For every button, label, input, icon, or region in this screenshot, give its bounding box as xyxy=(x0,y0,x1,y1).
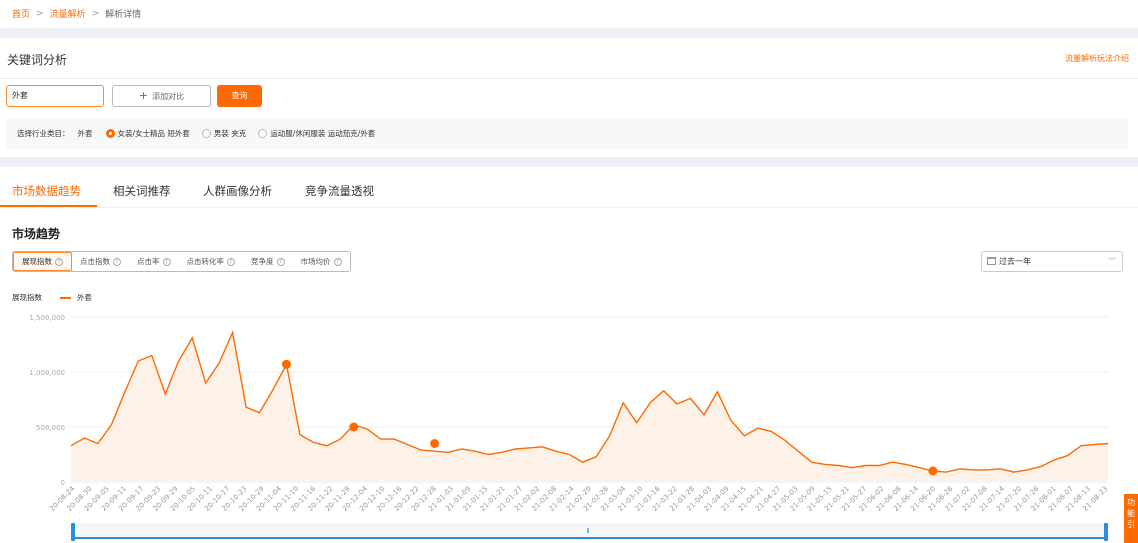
data-marker[interactable] xyxy=(349,422,359,432)
help-icon[interactable]: ? xyxy=(276,257,285,266)
guide-link[interactable]: 流量解析玩法介绍 xyxy=(1065,53,1129,64)
metric-label: 点击指数 xyxy=(80,257,110,266)
data-marker[interactable] xyxy=(928,466,938,476)
breadcrumb-separator: > xyxy=(91,8,100,19)
help-icon[interactable]: ? xyxy=(55,257,63,266)
metric-label: 展现指数 xyxy=(22,257,52,266)
category-option-label: 运动服/休闲服装 运动茄克/外套 xyxy=(270,129,376,138)
metric-label: 点击率 xyxy=(137,257,160,266)
zoom-handle-right[interactable] xyxy=(1104,523,1108,541)
keyword-analysis-title: 关键词分析 xyxy=(7,53,68,67)
category-option-men[interactable]: 男装 夹克 xyxy=(201,128,247,139)
calendar-icon xyxy=(987,257,996,265)
data-marker[interactable] xyxy=(430,439,440,448)
active-tab-indicator xyxy=(0,205,97,207)
add-compare-button[interactable]: + 添加对比 xyxy=(112,85,211,107)
category-label: 选择行业类目： xyxy=(17,129,70,138)
help-icon[interactable]: ? xyxy=(162,257,171,266)
tab-bar: 市场数据趋势 相关词推荐 人群画像分析 竞争流量透视 xyxy=(0,169,1138,208)
radio-icon xyxy=(201,129,211,138)
breadcrumb-traffic[interactable]: 流量解析 xyxy=(50,7,86,20)
metric-label: 竞争度 xyxy=(251,257,274,266)
category-option-women[interactable]: 女装/女士精品 短外套 xyxy=(105,128,190,139)
metric-click-rate[interactable]: 点击率? xyxy=(129,252,179,271)
chevron-down-icon: ﹀ xyxy=(1108,257,1116,266)
category-option-sport[interactable]: 运动服/休闲服装 运动茄克/外套 xyxy=(258,128,375,139)
trend-chart[interactable]: 1,500,000 1,000,000 500,000 0 20-08-2420-08… xyxy=(0,300,1124,543)
breadcrumb-current: 解析详情 xyxy=(105,10,142,20)
breadcrumb-separator: > xyxy=(36,8,44,19)
zoom-slider-track xyxy=(72,524,1107,540)
tab-market-trend[interactable]: 市场数据趋势 xyxy=(12,183,81,199)
card-divider xyxy=(0,78,1138,79)
help-icon[interactable]: ? xyxy=(113,257,121,266)
y-tick-label: 1,500,000 xyxy=(29,314,65,322)
zoom-slider[interactable] xyxy=(71,523,1108,541)
section-divider-band xyxy=(0,28,1138,38)
help-icon[interactable]: ? xyxy=(333,257,342,266)
y-tick-label: 0 xyxy=(61,479,65,487)
y-tick-label: 500,000 xyxy=(36,424,65,432)
help-icon[interactable]: ? xyxy=(227,257,235,266)
radio-icon xyxy=(258,129,268,138)
breadcrumb-home[interactable]: 首页 xyxy=(12,7,30,20)
radio-checked-icon xyxy=(105,129,115,138)
metric-switcher: 展现指数? 点击指数? 点击率? 点击转化率? 竞争度? 市场均价? xyxy=(12,251,351,272)
page: 首页 > 流量解析 > 解析详情 关键词分析 流量解析玩法介绍 外套 + 添加对比… xyxy=(0,0,1138,543)
y-axis-ticks: 1,500,000 1,000,000 500,000 0 xyxy=(29,314,65,487)
category-option-label: 男装 夹克 xyxy=(213,129,247,138)
legend-line-icon xyxy=(60,296,71,299)
zoom-drag-grip[interactable] xyxy=(587,528,589,533)
tab-audience-portrait[interactable]: 人群画像分析 xyxy=(203,183,272,199)
query-button[interactable]: 查询 xyxy=(217,85,262,107)
metric-label: 市场均价 xyxy=(300,257,331,266)
zoom-slider-selection xyxy=(73,537,1106,539)
metric-avg-price[interactable]: 市场均价? xyxy=(293,252,350,271)
tab-related-words[interactable]: 相关词推荐 xyxy=(113,183,171,199)
category-option-label: 女装/女士精品 短外套 xyxy=(117,129,190,138)
metric-click-index[interactable]: 点击指数? xyxy=(72,252,129,271)
metric-label: 点击转化率 xyxy=(186,257,225,266)
data-marker[interactable] xyxy=(281,359,291,369)
plus-icon: + xyxy=(138,89,149,102)
category-selector: 选择行业类目： 外套 女装/女士精品 短外套 男装 夹克 运动服/休闲服装 运动… xyxy=(6,118,1128,149)
add-compare-label: 添加对比 xyxy=(152,92,185,101)
zoom-handle-left[interactable] xyxy=(71,523,75,541)
tab-competition-traffic[interactable]: 竞争流量透视 xyxy=(305,183,374,199)
section-divider-band xyxy=(0,157,1138,167)
metric-impression-index[interactable]: 展现指数? xyxy=(13,252,72,271)
metric-competition[interactable]: 竞争度? xyxy=(243,252,293,271)
date-range-value: 过去一年 xyxy=(999,257,1031,266)
y-tick-label: 1,000,000 xyxy=(29,369,65,377)
category-current: 外套 xyxy=(77,129,93,138)
date-range-select[interactable]: 过去一年 ﹀ xyxy=(981,251,1123,272)
breadcrumb: 首页 > 流量解析 > 解析详情 xyxy=(12,7,142,21)
side-function-tab[interactable]: 功能引 xyxy=(1124,494,1138,543)
section-title: 市场趋势 xyxy=(12,227,61,241)
metric-conversion-rate[interactable]: 点击转化率? xyxy=(179,252,244,271)
x-axis-ticks: 20-08-2420-08-3020-09-0520-09-1120-09-17… xyxy=(48,484,1109,513)
keyword-input[interactable]: 外套 xyxy=(6,85,104,107)
